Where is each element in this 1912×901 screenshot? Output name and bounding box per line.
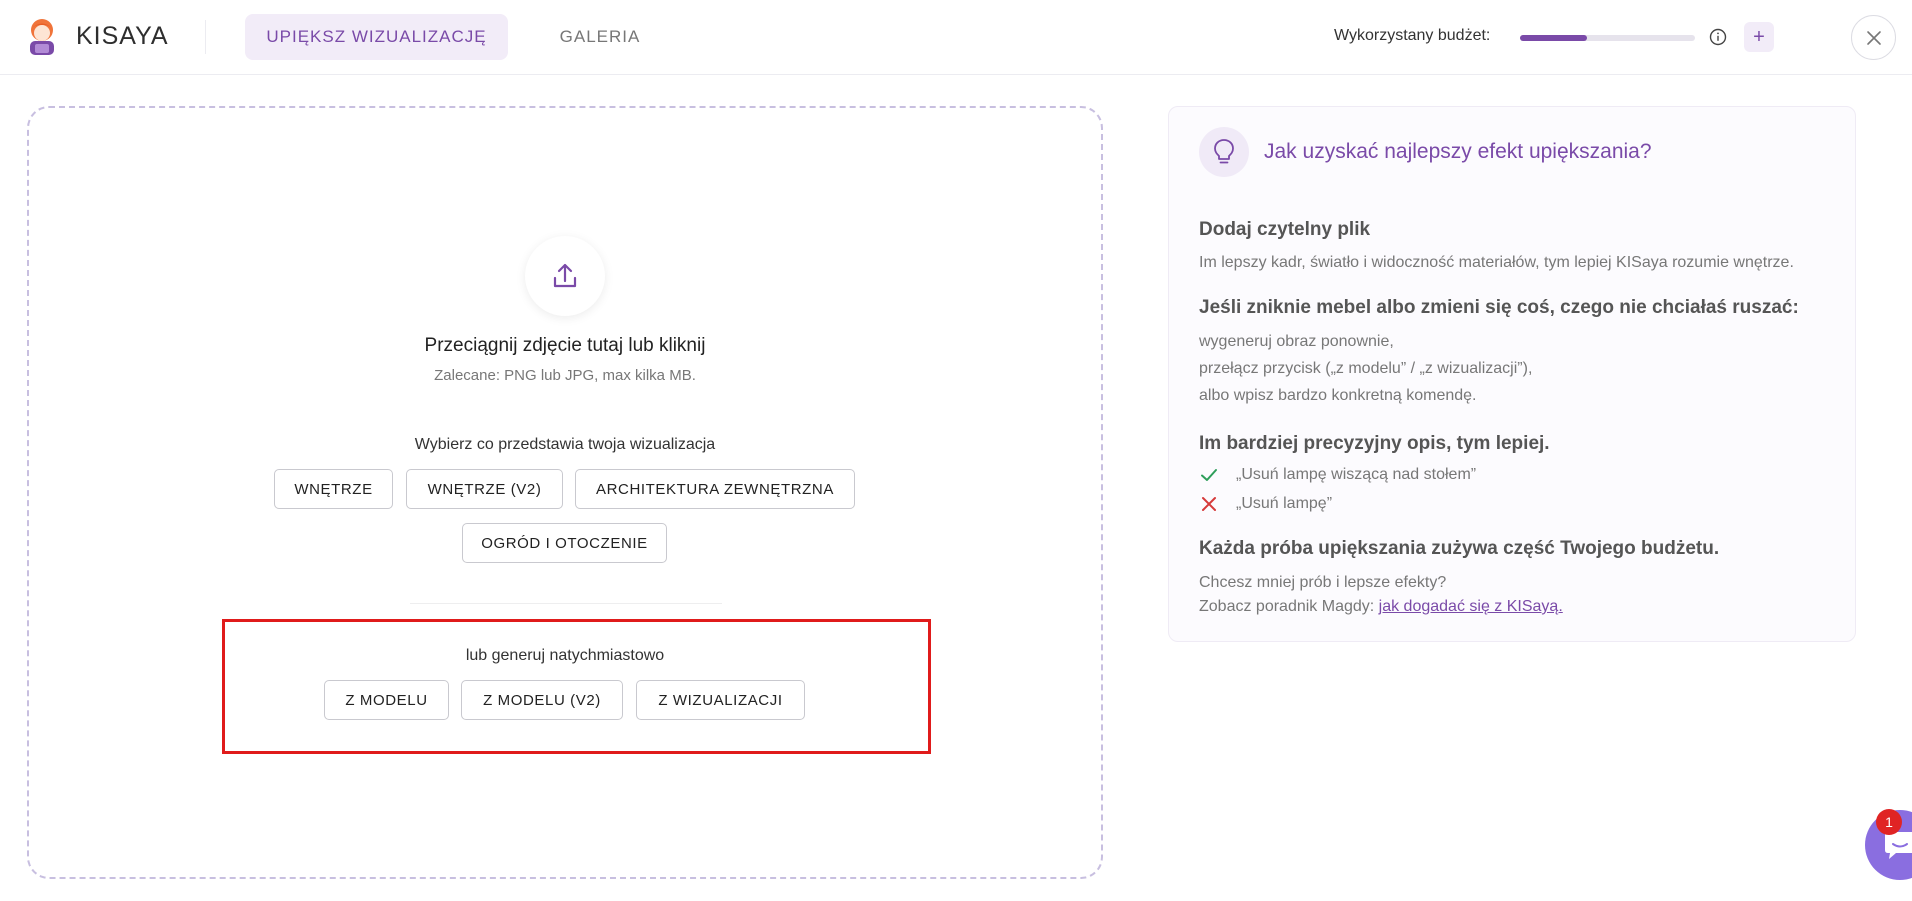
bulb-badge	[1199, 127, 1249, 177]
cross-icon	[1202, 497, 1216, 511]
tab-beautify[interactable]: UPIĘKSZ WIZUALIZACJĘ	[245, 14, 508, 60]
budget-label: Wykorzystany budżet:	[1334, 27, 1491, 44]
tip-budget-text: Chcesz mniej prób i lepsze efekty?	[1199, 574, 1447, 591]
upload-button[interactable]	[525, 236, 605, 316]
tips-title: Jak uzyskać najlepszy efekt upiększania?	[1264, 140, 1652, 163]
tip-file-heading: Dodaj czytelny plik	[1199, 219, 1371, 240]
chat-notification-badge: 1	[1876, 809, 1902, 835]
brand-name: KISAYA	[76, 22, 169, 50]
good-example-text: „Usuń lampę wiszącą nad stołem”	[1236, 466, 1477, 483]
upload-icon	[553, 263, 577, 288]
check-icon	[1201, 469, 1217, 481]
type-exterior-architecture-button[interactable]: ARCHITEKTURA ZEWNĘTRZNA	[575, 469, 855, 509]
from-model-v2-button[interactable]: Z MODELU (V2)	[461, 680, 623, 720]
tip-regenerate-line: wygeneruj obraz ponownie,	[1199, 333, 1394, 350]
guide-link[interactable]: jak dogadać się z KISayą.	[1379, 598, 1563, 615]
kisaya-logo-icon[interactable]	[22, 16, 62, 58]
tip-regenerate-heading: Jeśli zniknie mebel albo zmieni się coś,…	[1199, 297, 1799, 318]
type-interior-v2-button[interactable]: WNĘTRZE (V2)	[406, 469, 563, 509]
dropzone-title: Przeciągnij zdjęcie tutaj lub kliknij	[424, 335, 706, 356]
upload-dropzone[interactable]	[27, 106, 1103, 879]
lightbulb-icon	[1214, 139, 1234, 164]
tip-regenerate-line: przełącz przycisk („z modelu” / „z wizua…	[1199, 360, 1533, 377]
section-divider	[410, 603, 722, 604]
top-bar: KISAYA UPIĘKSZ WIZUALIZACJĘ GALERIA Wyko…	[0, 0, 1912, 75]
tab-gallery[interactable]: GALERIA	[530, 14, 670, 60]
budget-progress-bar	[1520, 35, 1695, 41]
close-button[interactable]	[1851, 15, 1896, 60]
budget-progress-fill	[1520, 35, 1587, 41]
dropzone-subtitle: Zalecane: PNG lub JPG, max kilka MB.	[434, 367, 696, 384]
from-model-button[interactable]: Z MODELU	[324, 680, 449, 720]
plus-icon: +	[1753, 25, 1765, 48]
header-divider	[205, 20, 206, 54]
bad-example-text: „Usuń lampę”	[1236, 495, 1333, 512]
type-interior-button[interactable]: WNĘTRZE	[274, 469, 393, 509]
type-garden-button[interactable]: OGRÓD I OTOCZENIE	[462, 523, 667, 563]
tip-file-text: Im lepszy kadr, światło i widoczność mat…	[1199, 254, 1794, 271]
guide-prefix: Zobacz poradnik Magdy:	[1199, 598, 1379, 615]
visualization-type-label: Wybierz co przedstawia twoja wizualizacj…	[414, 436, 716, 453]
tip-precise-heading: Im bardziej precyzyjny opis, tym lepiej.	[1199, 433, 1550, 454]
tip-regenerate-line: albo wpisz bardzo konkretną komendę.	[1199, 387, 1477, 404]
add-budget-button[interactable]: +	[1744, 22, 1774, 52]
tip-guide-line: Zobacz poradnik Magdy: jak dogadać się z…	[1199, 598, 1563, 616]
from-visualization-button[interactable]: Z WIZUALIZACJI	[636, 680, 805, 720]
instant-generate-label: lub generuj natychmiastowo	[465, 647, 665, 664]
tip-budget-heading: Każda próba upiększania zużywa część Two…	[1199, 538, 1720, 559]
info-icon[interactable]	[1709, 28, 1727, 46]
close-icon	[1866, 30, 1881, 45]
